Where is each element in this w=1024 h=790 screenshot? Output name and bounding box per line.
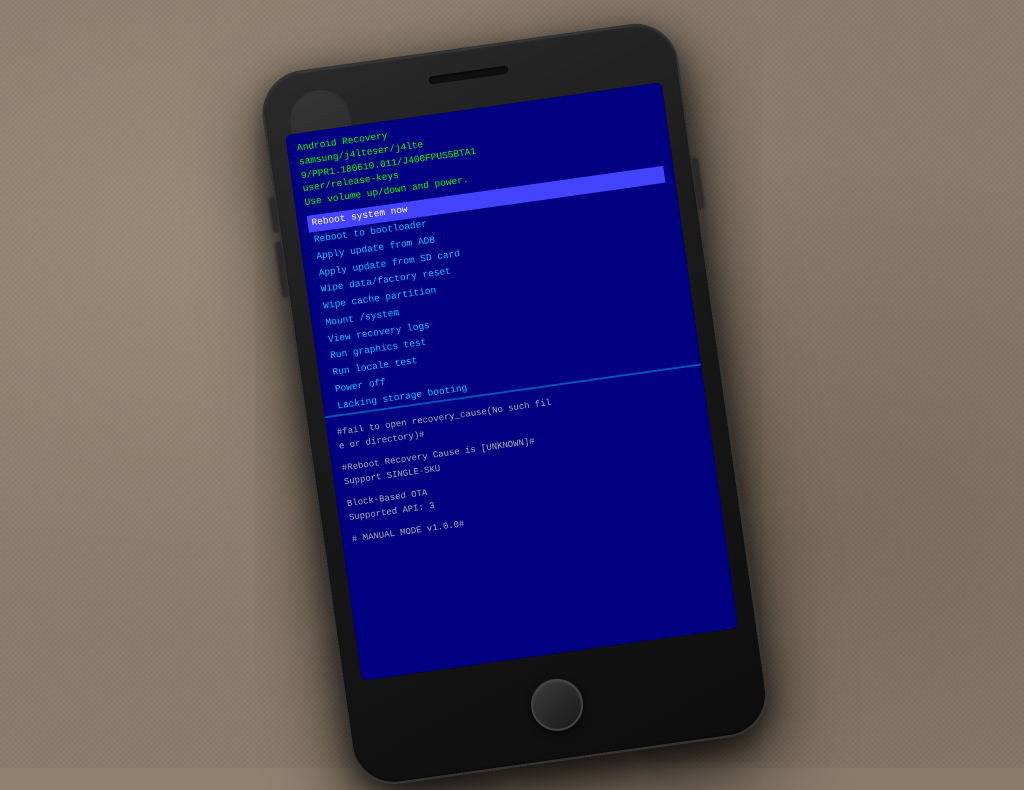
home-button[interactable] [528, 675, 587, 734]
log-output: #fail to open recovery_cause(No such fil… [325, 365, 738, 680]
android-recovery-screen: Android Recovery samsung/j4lteser/j4lte … [285, 82, 701, 416]
phone-screen: Android Recovery samsung/j4lteser/j4lte … [285, 82, 738, 681]
volume-up-button[interactable] [270, 197, 280, 232]
phone-device: Android Recovery samsung/j4lteser/j4lte … [257, 18, 773, 789]
speaker [428, 66, 508, 85]
volume-down-button[interactable] [276, 242, 289, 297]
phone-body: Android Recovery samsung/j4lteser/j4lte … [257, 18, 773, 789]
power-button[interactable] [691, 158, 703, 208]
